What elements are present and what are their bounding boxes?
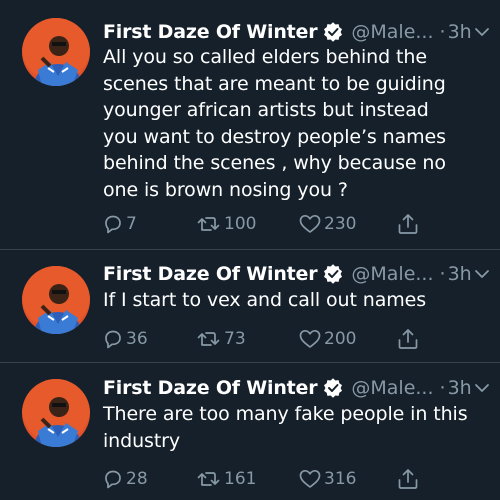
- tweet[interactable]: First Daze Of Winter @Male... · 3h All y…: [0, 0, 500, 250]
- tweet[interactable]: First Daze Of Winter @Male... · 3h If I …: [0, 250, 500, 363]
- reply-icon: [102, 213, 124, 235]
- timestamp[interactable]: 3h: [448, 377, 472, 399]
- share-icon: [396, 212, 420, 236]
- retweet-button[interactable]: 161: [196, 465, 256, 493]
- tweet-header: First Daze Of Winter @Male... · 3h: [103, 18, 492, 46]
- heart-icon: [298, 468, 322, 490]
- chevron-down-icon[interactable]: [474, 380, 490, 396]
- retweet-button[interactable]: 100: [196, 210, 256, 238]
- timeline: First Daze Of Winter @Male... · 3h All y…: [0, 0, 500, 500]
- separator-dot: ·: [439, 377, 446, 399]
- like-count: 316: [324, 469, 357, 489]
- timestamp[interactable]: 3h: [448, 21, 472, 43]
- retweet-button[interactable]: 73: [196, 325, 246, 353]
- retweet-count: 73: [224, 329, 246, 349]
- handle[interactable]: @Male...: [351, 263, 433, 285]
- verified-badge-icon: [323, 264, 343, 284]
- heart-icon: [298, 213, 322, 235]
- reply-button[interactable]: 36: [102, 325, 148, 353]
- like-button[interactable]: 316: [298, 465, 356, 493]
- retweet-count: 161: [224, 469, 257, 489]
- retweet-icon: [196, 213, 222, 235]
- chevron-down-icon[interactable]: [474, 266, 490, 282]
- retweet-icon: [196, 328, 222, 350]
- display-name[interactable]: First Daze Of Winter: [103, 377, 318, 399]
- action-bar: 28 161 316: [102, 465, 432, 493]
- reply-icon: [102, 468, 124, 490]
- share-button[interactable]: [396, 210, 420, 238]
- like-button[interactable]: 230: [298, 210, 356, 238]
- avatar[interactable]: [22, 266, 90, 334]
- display-name[interactable]: First Daze Of Winter: [103, 263, 318, 285]
- avatar[interactable]: [22, 379, 90, 447]
- reply-count: 7: [126, 214, 137, 234]
- separator-dot: ·: [439, 263, 446, 285]
- share-button[interactable]: [396, 465, 420, 493]
- retweet-icon: [196, 468, 222, 490]
- verified-badge-icon: [323, 378, 343, 398]
- tweet-text: There are too many fake people in this i…: [103, 403, 468, 452]
- display-name[interactable]: First Daze Of Winter: [103, 21, 318, 43]
- separator-dot: ·: [439, 21, 446, 43]
- retweet-count: 100: [224, 214, 257, 234]
- tweet-header: First Daze Of Winter @Male... · 3h: [103, 260, 492, 288]
- action-bar: 36 73 200: [102, 325, 432, 353]
- timestamp[interactable]: 3h: [448, 263, 472, 285]
- heart-icon: [298, 328, 322, 350]
- tweet-header: First Daze Of Winter @Male... · 3h: [103, 374, 492, 402]
- reply-button[interactable]: 7: [102, 210, 137, 238]
- reply-icon: [102, 328, 124, 350]
- share-icon: [396, 467, 420, 491]
- reply-count: 36: [126, 329, 148, 349]
- reply-button[interactable]: 28: [102, 465, 148, 493]
- handle[interactable]: @Male...: [351, 377, 433, 399]
- tweet[interactable]: First Daze Of Winter @Male... · 3h There…: [0, 363, 500, 500]
- like-count: 200: [324, 329, 357, 349]
- avatar[interactable]: [22, 18, 90, 86]
- tweet-text: All you so called elders behind the scen…: [103, 46, 446, 201]
- chevron-down-icon[interactable]: [474, 24, 490, 40]
- like-button[interactable]: 200: [298, 325, 356, 353]
- reply-count: 28: [126, 469, 148, 489]
- share-icon: [396, 327, 420, 351]
- like-count: 230: [324, 214, 357, 234]
- handle[interactable]: @Male...: [351, 21, 433, 43]
- tweet-text: If I start to vex and call out names: [103, 289, 427, 311]
- share-button[interactable]: [396, 325, 420, 353]
- action-bar: 7 100 230: [102, 210, 432, 238]
- verified-badge-icon: [323, 22, 343, 42]
